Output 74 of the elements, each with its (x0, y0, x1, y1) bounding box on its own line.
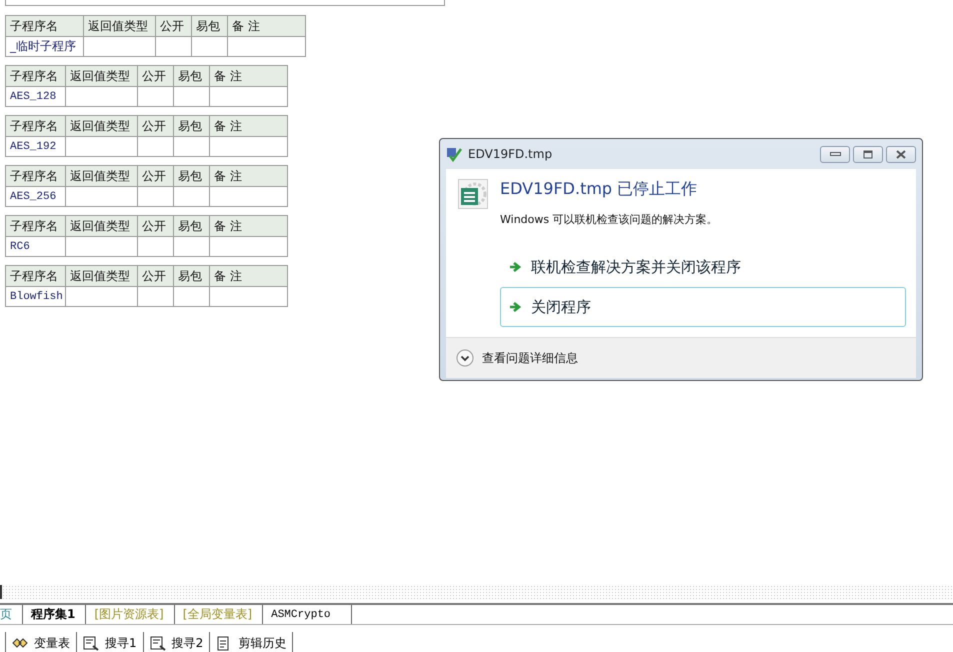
column-header: 易包 (174, 266, 210, 286)
table-cell (192, 36, 228, 56)
minimize-icon (830, 152, 840, 156)
column-header: 公开 (138, 166, 174, 186)
diamonds-icon (12, 636, 28, 650)
table-cell (66, 186, 138, 206)
column-header: 子程序名 (6, 166, 66, 186)
column-header: 备 注 (210, 166, 288, 186)
document-magnifier-icon (83, 636, 99, 650)
table-cell (66, 236, 138, 256)
column-header: 返回值类型 (66, 266, 138, 286)
table-cell: AES_256 (6, 186, 66, 206)
column-header: 公开 (138, 66, 174, 86)
table-cell (174, 236, 210, 256)
column-header: 易包 (174, 66, 210, 86)
column-header: 易包 (174, 116, 210, 136)
table-cell (174, 186, 210, 206)
column-header: 易包 (174, 166, 210, 186)
column-header: 备 注 (228, 16, 306, 36)
table-cell: AES_192 (6, 136, 66, 156)
table-cell (138, 86, 174, 106)
table-cell (174, 86, 210, 106)
column-header: 子程序名 (6, 16, 84, 36)
column-header: 返回值类型 (66, 66, 138, 86)
column-header: 备 注 (210, 266, 288, 286)
table-cell (174, 136, 210, 156)
column-header: 子程序名 (6, 66, 66, 86)
app-icon (446, 146, 462, 162)
table-cell: AES_128 (6, 86, 66, 106)
details-toggle[interactable]: 查看问题详细信息 (456, 349, 578, 367)
column-header: 子程序名 (6, 216, 66, 236)
column-header: 公开 (138, 216, 174, 236)
column-header: 备 注 (210, 116, 288, 136)
column-header: 备 注 (210, 66, 288, 86)
command-link-button[interactable]: 关闭程序 (500, 287, 906, 327)
table-cell: _临时子程序 (6, 36, 84, 56)
table-cell (84, 36, 156, 56)
close-button[interactable] (886, 146, 916, 162)
table-cell (66, 86, 138, 106)
maximize-button[interactable] (853, 146, 883, 162)
arrow-icon (509, 261, 521, 273)
table-cell (66, 136, 138, 156)
column-header: 公开 (138, 266, 174, 286)
column-header: 备 注 (210, 216, 288, 236)
table-cell (138, 186, 174, 206)
table-cell (174, 286, 210, 306)
column-header: 子程序名 (6, 266, 66, 286)
table-cell: RC6 (6, 236, 66, 256)
window-title: EDV19FD.tmp (468, 147, 552, 161)
column-header: 返回值类型 (84, 16, 156, 36)
table-cell (156, 36, 192, 56)
table-cell: Blowfish (6, 286, 66, 306)
close-icon (894, 148, 908, 160)
maximize-icon (861, 148, 875, 160)
arrow-icon (509, 301, 521, 313)
column-header: 返回值类型 (66, 116, 138, 136)
column-header: 返回值类型 (66, 166, 138, 186)
minimize-button[interactable] (820, 146, 850, 162)
table-cell (138, 286, 174, 306)
column-header: 公开 (138, 116, 174, 136)
chevron-down-icon (456, 349, 474, 367)
table-cell (138, 136, 174, 156)
column-header: 子程序名 (6, 116, 66, 136)
document-magnifier-icon (150, 636, 166, 650)
table-cell (66, 286, 138, 306)
table-cell (138, 236, 174, 256)
column-header: 易包 (192, 16, 228, 36)
dialog-heading: EDV19FD.tmp 已停止工作 (500, 179, 698, 200)
program-icon (458, 179, 488, 209)
column-header: 易包 (174, 216, 210, 236)
column-header: 公开 (156, 16, 192, 36)
dialog-message: Windows 可以联机检查该问题的解决方案。 (500, 212, 718, 227)
column-header: 返回值类型 (66, 216, 138, 236)
tab[interactable]: 页 (0, 605, 23, 624)
